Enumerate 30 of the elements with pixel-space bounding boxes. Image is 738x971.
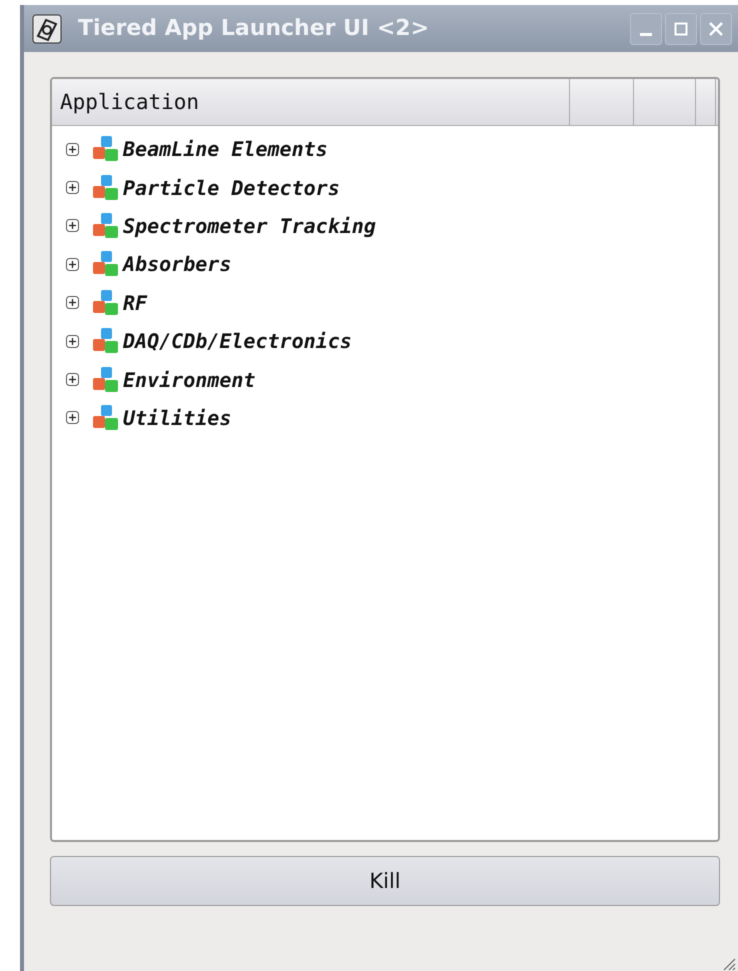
expander-icon[interactable] (66, 411, 79, 424)
tree-item[interactable]: Utilities (123, 406, 232, 430)
kill-button[interactable]: Kill (50, 856, 720, 906)
tree-item[interactable]: Environment (123, 368, 256, 392)
window-title: Tiered App Launcher UI <2> (78, 16, 430, 41)
tree-item[interactable]: Absorbers (123, 252, 232, 276)
cubes-icon (91, 174, 121, 202)
tree-item[interactable]: RF (123, 290, 148, 315)
tree-item[interactable]: BeamLine Elements (123, 137, 328, 162)
expander-icon[interactable] (66, 219, 79, 232)
cubes-icon (91, 404, 121, 432)
app-icon (32, 14, 62, 44)
expander-icon[interactable] (66, 296, 79, 310)
expander-icon[interactable] (66, 373, 79, 386)
cubes-icon (91, 327, 121, 356)
cubes-icon (91, 288, 121, 317)
maximize-icon (673, 20, 689, 36)
cubes-icon (91, 135, 121, 164)
expander-icon[interactable] (66, 181, 79, 194)
minimize-icon (640, 33, 652, 36)
tree-item[interactable]: Particle Detectors (123, 176, 340, 200)
cubes-icon (91, 212, 121, 240)
expander-icon[interactable] (66, 142, 79, 156)
expander-icon[interactable] (66, 258, 79, 271)
close-icon (708, 20, 724, 36)
tree-item[interactable]: DAQ/CDb/Electronics (123, 329, 352, 354)
tree-item[interactable]: Spectrometer Tracking (123, 214, 376, 238)
expander-icon[interactable] (66, 334, 79, 348)
cubes-icon (91, 250, 121, 278)
cubes-icon (91, 366, 121, 394)
